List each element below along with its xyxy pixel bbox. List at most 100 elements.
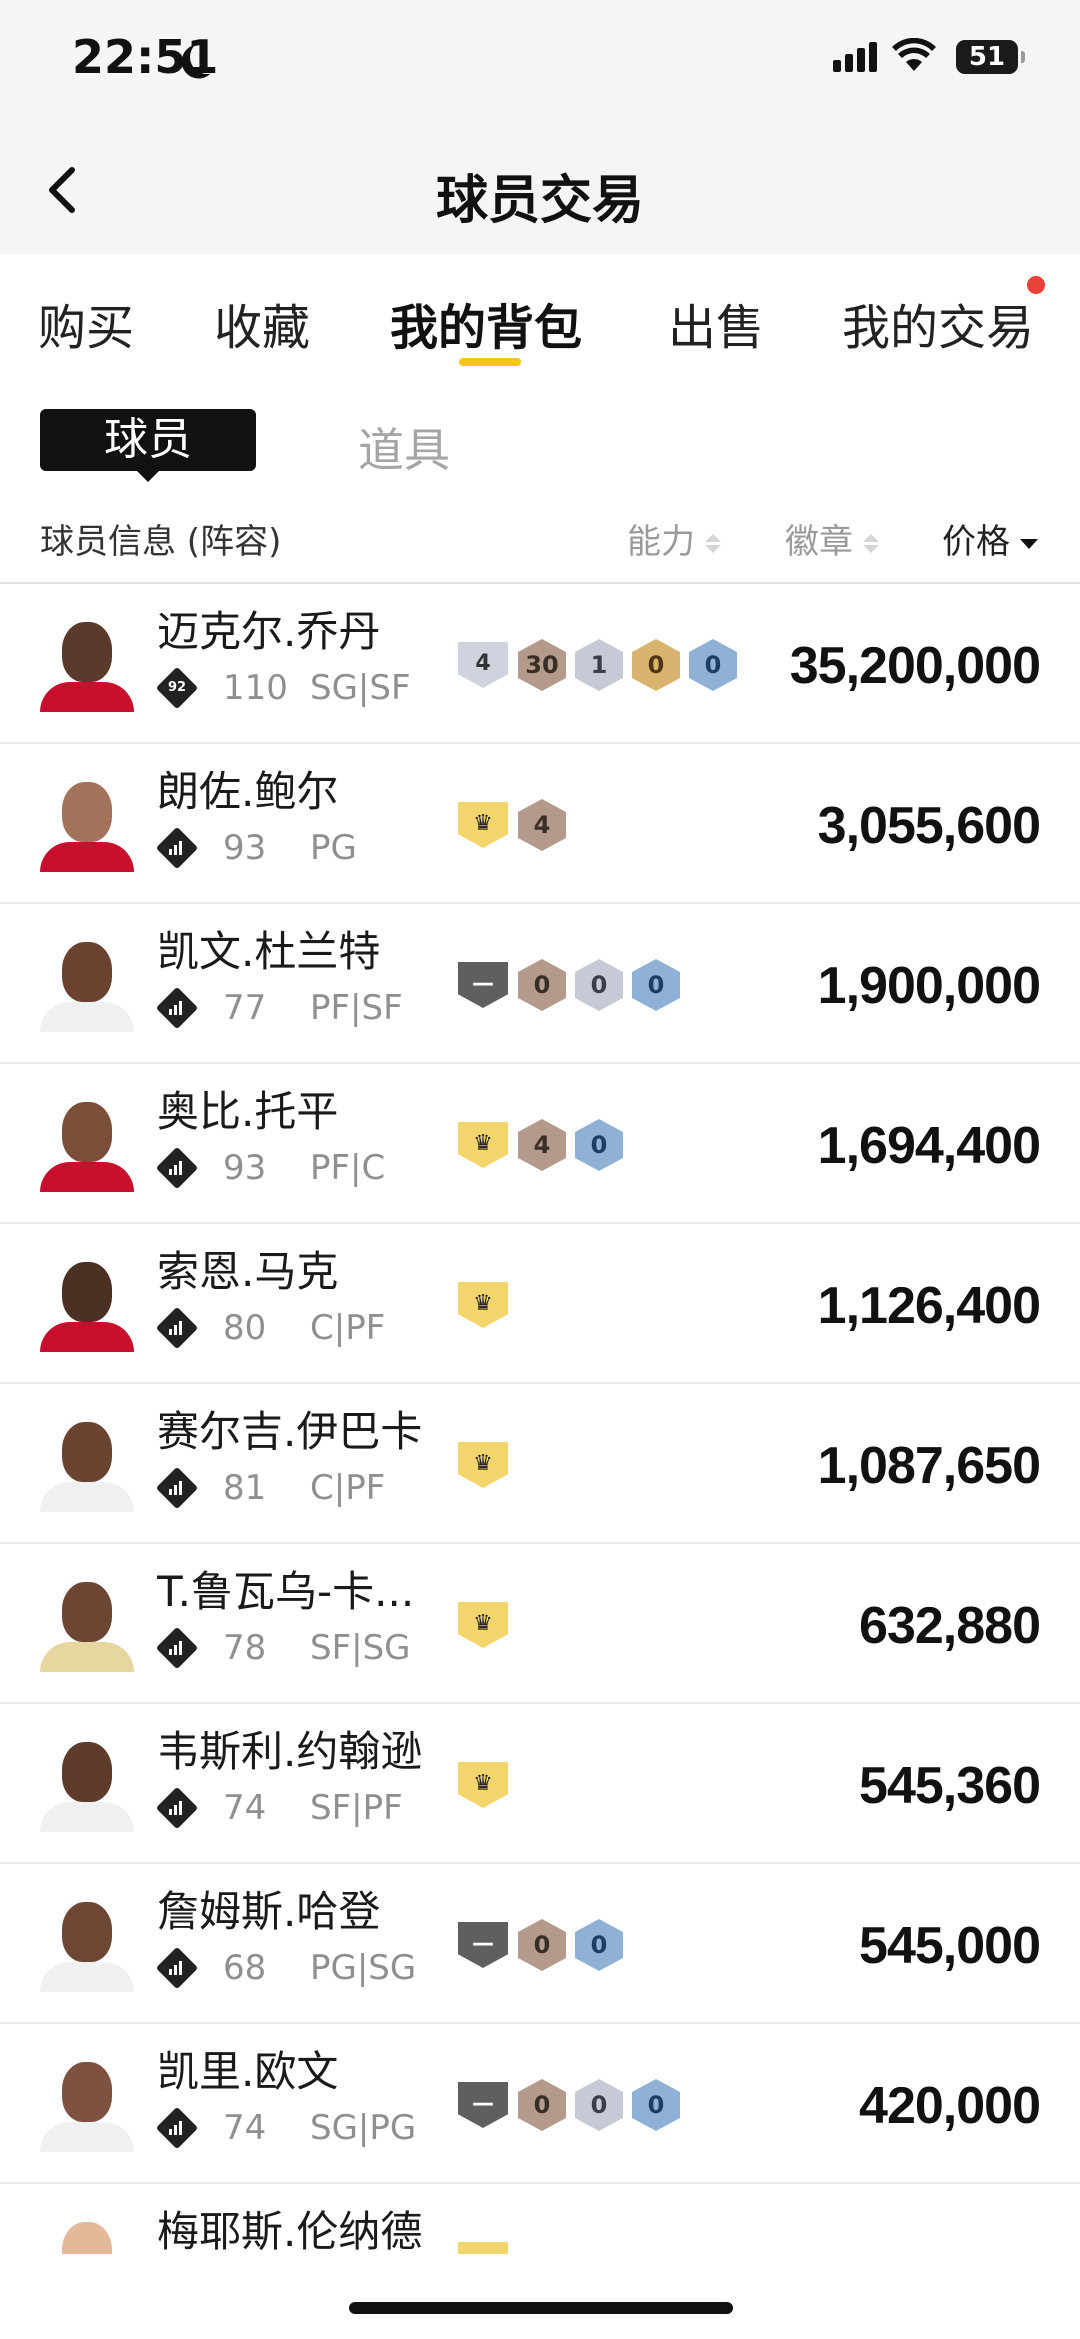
tab-buy[interactable]: 购买 [38, 288, 134, 358]
badge-hex-blue: 0 [632, 959, 680, 1011]
player-row[interactable]: 索恩.马克 80 C|PF ♛ 1,126,400 [0, 1224, 1080, 1384]
player-rating: 68 [223, 1948, 267, 1988]
tab-sell[interactable]: 出售 [668, 288, 764, 358]
player-list: 迈克尔.乔丹 92 110 SG|SF 4 30 1 0 0 35,200,000 朗佐… [0, 584, 1080, 2254]
player-rating: 78 [223, 1628, 267, 1668]
player-row[interactable]: 奥比.托平 93 PF|C ♛ 4 0 1,694,400 [0, 1064, 1080, 1224]
player-face [62, 1262, 112, 1322]
crown-icon: ♛ [458, 1762, 508, 1808]
player-position: PG [310, 828, 357, 868]
badge-group [458, 2240, 518, 2254]
segment-pointer [136, 470, 160, 482]
player-rating: 77 [223, 988, 267, 1028]
player-avatar [40, 776, 134, 872]
crown-icon: ♛ [458, 1282, 508, 1328]
player-row[interactable]: 梅耶斯.伦纳德 [0, 2184, 1080, 2254]
player-position: C|PF [310, 1468, 386, 1508]
wifi-icon [892, 38, 936, 71]
tab-my-trades[interactable]: 我的交易 [842, 288, 1034, 358]
player-jersey [40, 842, 134, 872]
sort-ability[interactable]: 能力 [627, 514, 721, 563]
player-row[interactable]: 迈克尔.乔丹 92 110 SG|SF 4 30 1 0 0 35,200,000 [0, 584, 1080, 744]
player-row[interactable]: 詹姆斯.哈登 68 PG|SG —0 0 545,000 [0, 1864, 1080, 2024]
column-ability-label: 能力 [627, 522, 695, 562]
badge-hex-gold: 0 [632, 639, 680, 691]
player-face [62, 622, 112, 682]
badge-group: ♛ [458, 1600, 518, 1650]
screen: { "status_bar": {"time": "22:51", "batte… [0, 0, 1080, 2339]
badge-group: —0 0 0 [458, 2079, 689, 2131]
player-rating: 81 [223, 1468, 267, 1508]
player-rating: 74 [223, 2108, 267, 2148]
crown-icon: ♛ [458, 802, 508, 848]
player-price: 632,880 [859, 1597, 1041, 1655]
battery-icon: 51 [956, 40, 1025, 74]
nav-bar: 球员交易 [0, 120, 1080, 254]
badge-group: ♛ [458, 1280, 518, 1330]
player-rating: 93 [223, 828, 267, 868]
lineup-shield-dash: — [458, 2082, 508, 2128]
lineup-shield-dash: — [458, 1922, 508, 1968]
player-row[interactable]: 朗佐.鲍尔 93 PG ♛ 4 3,055,600 [0, 744, 1080, 904]
player-name: 凯里.欧文 [157, 2047, 339, 2096]
player-avatar [40, 1576, 134, 1672]
status-bar: 22:51 51 [0, 0, 1080, 120]
player-name: T.鲁瓦乌-卡... [157, 1567, 415, 1616]
tier-number: 92 [167, 680, 187, 695]
badge-hex-bronze: 0 [518, 1919, 566, 1971]
segment-players[interactable]: 球员 [40, 409, 256, 471]
badge-hex-bronze: 4 [518, 1119, 566, 1171]
player-row[interactable]: 赛尔吉.伊巴卡 81 C|PF ♛ 1,087,650 [0, 1384, 1080, 1544]
player-name: 赛尔吉.伊巴卡 [157, 1407, 423, 1456]
player-position: C|PF [310, 1308, 386, 1348]
badge-group: ♛ [458, 1440, 518, 1490]
badge-hex-silver: 0 [575, 2079, 623, 2131]
player-position: SF|PF [310, 1788, 403, 1828]
player-price: 1,900,000 [817, 957, 1041, 1015]
player-jersey [40, 1322, 134, 1352]
sort-price[interactable]: 价格 [942, 514, 1038, 563]
rating-diamond-icon [155, 2106, 199, 2150]
sort-badges[interactable]: 徽章 [785, 514, 879, 563]
player-price: 545,360 [859, 1757, 1041, 1815]
player-name: 梅耶斯.伦纳德 [157, 2207, 423, 2254]
rating-diamond-icon: 92 [155, 666, 199, 710]
player-row[interactable]: T.鲁瓦乌-卡... 78 SF|SG ♛ 632,880 [0, 1544, 1080, 1704]
player-avatar [40, 1416, 134, 1512]
tab-bar: 购买 收藏 我的背包 出售 我的交易 [0, 254, 1080, 374]
player-row[interactable]: 凯里.欧文 74 SG|PG —0 0 0 420,000 [0, 2024, 1080, 2184]
player-jersey [40, 1482, 134, 1512]
player-jersey [40, 1642, 134, 1672]
signal-icon [833, 42, 877, 72]
badge-hex-silver: 1 [575, 639, 623, 691]
player-rating: 80 [223, 1308, 267, 1348]
player-position: SF|SG [310, 1628, 411, 1668]
player-jersey [40, 2122, 134, 2152]
tab-my-backpack[interactable]: 我的背包 [390, 288, 582, 358]
player-face [62, 1742, 112, 1802]
badge-group: —0 0 [458, 1919, 632, 1971]
player-name: 朗佐.鲍尔 [157, 767, 339, 816]
player-row[interactable]: 韦斯利.约翰逊 74 SF|PF ♛ 545,360 [0, 1704, 1080, 1864]
player-price: 420,000 [859, 2077, 1041, 2135]
column-player-info: 球员信息 (阵容) [40, 522, 282, 562]
badge-hex-blue: 0 [575, 1919, 623, 1971]
player-avatar [40, 1096, 134, 1192]
badge-hex-bronze: 30 [518, 639, 566, 691]
badge-group: ♛ 4 0 [458, 1119, 632, 1171]
player-row[interactable]: 凯文.杜兰特 77 PF|SF —0 0 0 1,900,000 [0, 904, 1080, 1064]
badge-hex-bronze: 0 [518, 959, 566, 1011]
player-avatar [40, 2216, 134, 2254]
player-name: 索恩.马克 [157, 1247, 339, 1296]
crown-icon: ♛ [458, 1122, 508, 1168]
lineup-shield-num: 4 [458, 642, 508, 688]
rating-diamond-icon [155, 1466, 199, 1510]
tab-favorites[interactable]: 收藏 [214, 288, 310, 358]
sort-caret-icon [705, 531, 721, 556]
player-avatar [40, 1256, 134, 1352]
player-face [62, 1102, 112, 1162]
rating-diamond-icon [155, 1946, 199, 1990]
segment-items[interactable]: 道具 [358, 414, 450, 480]
player-avatar [40, 1736, 134, 1832]
rating-diamond-icon [155, 1626, 199, 1670]
